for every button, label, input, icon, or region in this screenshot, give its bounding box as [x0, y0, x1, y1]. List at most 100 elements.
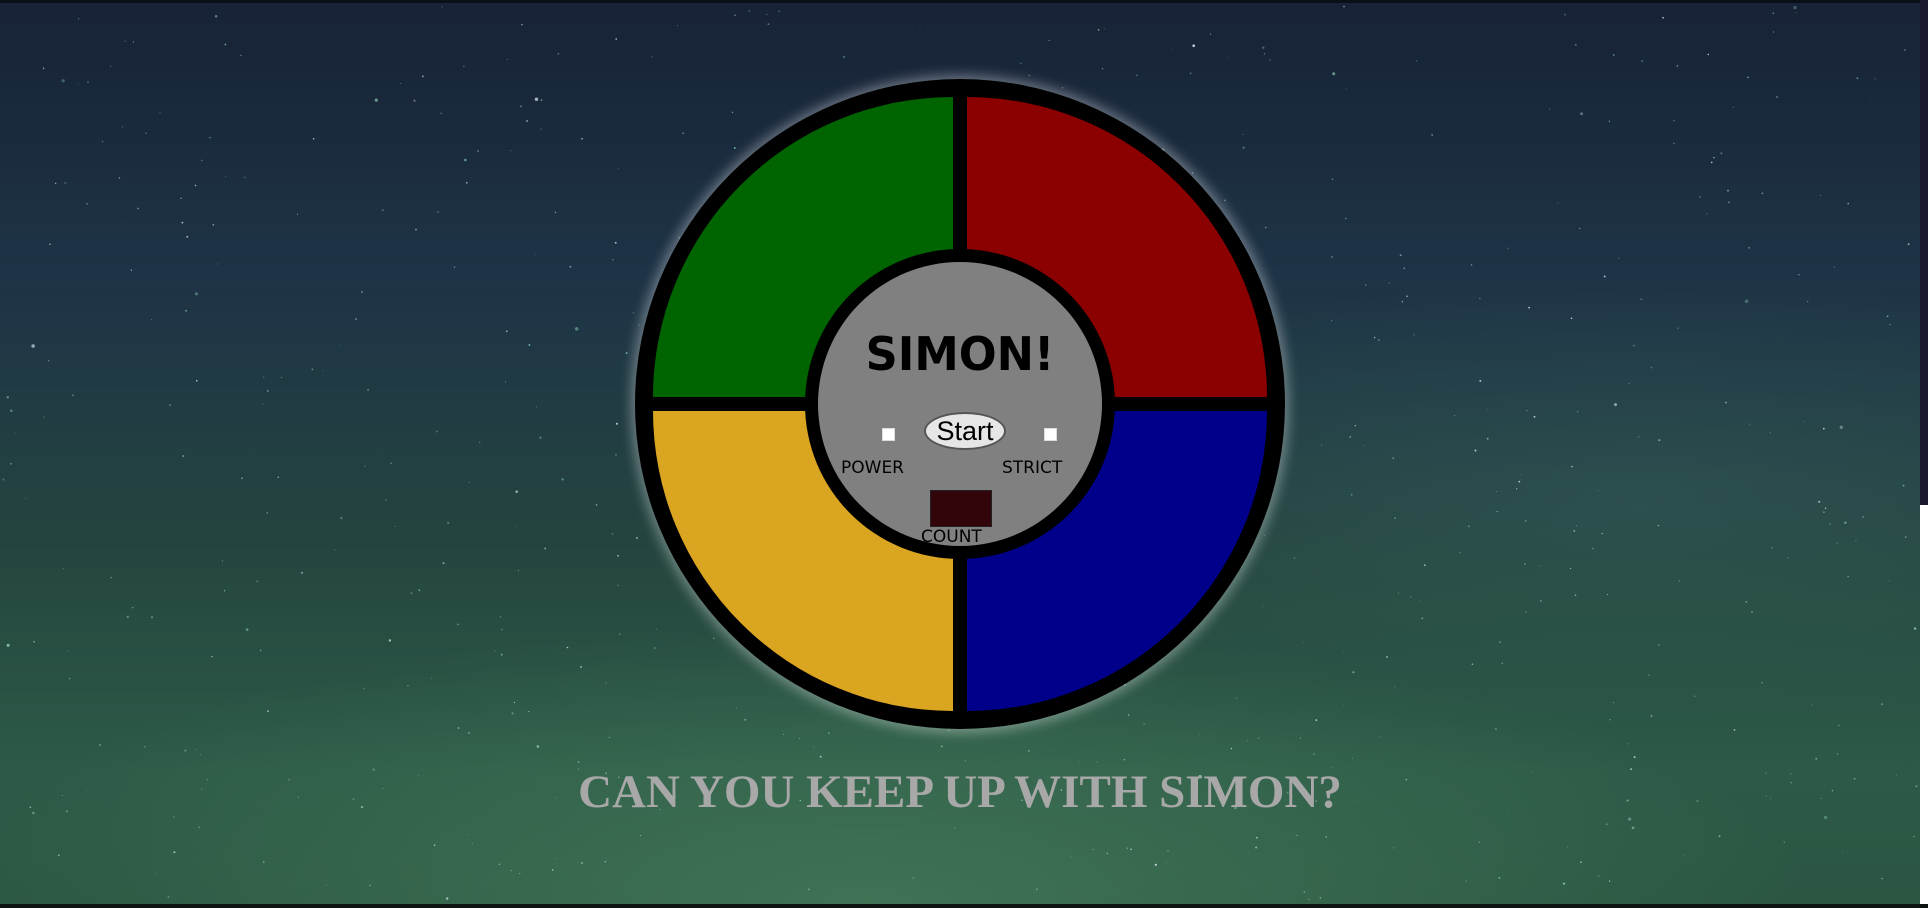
- star: [1303, 891, 1306, 893]
- star: [1640, 298, 1642, 300]
- star: [1167, 850, 1169, 852]
- star: [1296, 834, 1298, 837]
- star: [1478, 841, 1480, 843]
- star: [1293, 557, 1296, 559]
- star: [224, 176, 227, 178]
- star: [1036, 888, 1038, 890]
- star: [468, 482, 470, 483]
- star: [1315, 719, 1318, 722]
- star: [1209, 33, 1212, 35]
- star: [433, 844, 436, 847]
- star: [505, 330, 508, 333]
- star: [1262, 606, 1264, 607]
- star: [617, 584, 619, 587]
- star: [1405, 39, 1407, 41]
- star: [1751, 611, 1753, 613]
- star: [1678, 580, 1681, 582]
- star: [1570, 317, 1573, 320]
- star: [10, 462, 12, 465]
- star: [151, 319, 153, 320]
- star: [262, 861, 265, 863]
- star: [241, 477, 243, 480]
- star: [1247, 740, 1249, 742]
- star: [515, 490, 518, 493]
- star: [1097, 29, 1100, 31]
- star: [1263, 535, 1265, 537]
- start-button[interactable]: Start: [924, 412, 1006, 450]
- star: [1526, 410, 1528, 412]
- star: [463, 65, 465, 67]
- star: [144, 746, 146, 748]
- star: [49, 243, 51, 246]
- star: [182, 455, 185, 458]
- star: [1373, 336, 1376, 339]
- star: [1279, 119, 1281, 121]
- star: [1907, 243, 1910, 246]
- star: [31, 344, 35, 348]
- star: [651, 56, 653, 58]
- star: [194, 292, 198, 296]
- power-toggle[interactable]: [882, 428, 895, 441]
- star: [1540, 565, 1542, 567]
- star: [1257, 737, 1260, 739]
- star: [1793, 5, 1797, 10]
- star: [1847, 202, 1849, 205]
- star: [413, 99, 416, 102]
- star: [407, 685, 409, 687]
- star: [605, 682, 607, 684]
- star: [388, 639, 392, 642]
- star: [1772, 12, 1775, 15]
- star: [1230, 747, 1233, 750]
- star: [1342, 704, 1344, 706]
- star: [1580, 861, 1582, 863]
- star: [625, 352, 628, 355]
- star: [1662, 16, 1665, 19]
- star: [516, 525, 518, 527]
- star: [919, 28, 921, 30]
- star: [1783, 841, 1785, 843]
- star: [151, 616, 153, 619]
- star: [1525, 610, 1527, 613]
- star: [86, 202, 89, 205]
- star: [400, 83, 402, 85]
- star: [1855, 540, 1857, 542]
- star: [1676, 65, 1679, 67]
- strict-toggle[interactable]: [1044, 428, 1057, 441]
- star: [632, 312, 634, 314]
- star: [1421, 617, 1424, 620]
- star: [180, 197, 182, 199]
- star: [1540, 600, 1542, 602]
- star: [464, 158, 467, 162]
- star: [1706, 213, 1708, 215]
- star: [300, 571, 304, 574]
- star: [1226, 57, 1228, 59]
- star: [1628, 382, 1630, 385]
- star: [1745, 601, 1748, 603]
- star: [457, 727, 460, 729]
- star: [1609, 719, 1611, 721]
- star: [1651, 715, 1653, 717]
- star: [1658, 439, 1661, 442]
- star: [1263, 53, 1266, 55]
- star: [1319, 897, 1322, 899]
- star: [1349, 436, 1352, 438]
- star: [125, 221, 127, 223]
- star: [520, 105, 523, 108]
- star: [1495, 728, 1497, 730]
- star: [639, 835, 642, 837]
- star: [534, 97, 539, 102]
- star: [1728, 201, 1730, 204]
- star: [510, 150, 512, 152]
- star: [77, 82, 79, 84]
- star: [1815, 757, 1818, 760]
- star: [1820, 194, 1822, 196]
- star: [528, 710, 530, 713]
- star: [1474, 449, 1477, 452]
- star: [1331, 320, 1333, 322]
- star: [813, 746, 815, 748]
- star: [653, 647, 656, 649]
- star: [277, 476, 279, 478]
- star: [513, 701, 515, 704]
- star: [1650, 366, 1653, 369]
- star: [1394, 517, 1396, 520]
